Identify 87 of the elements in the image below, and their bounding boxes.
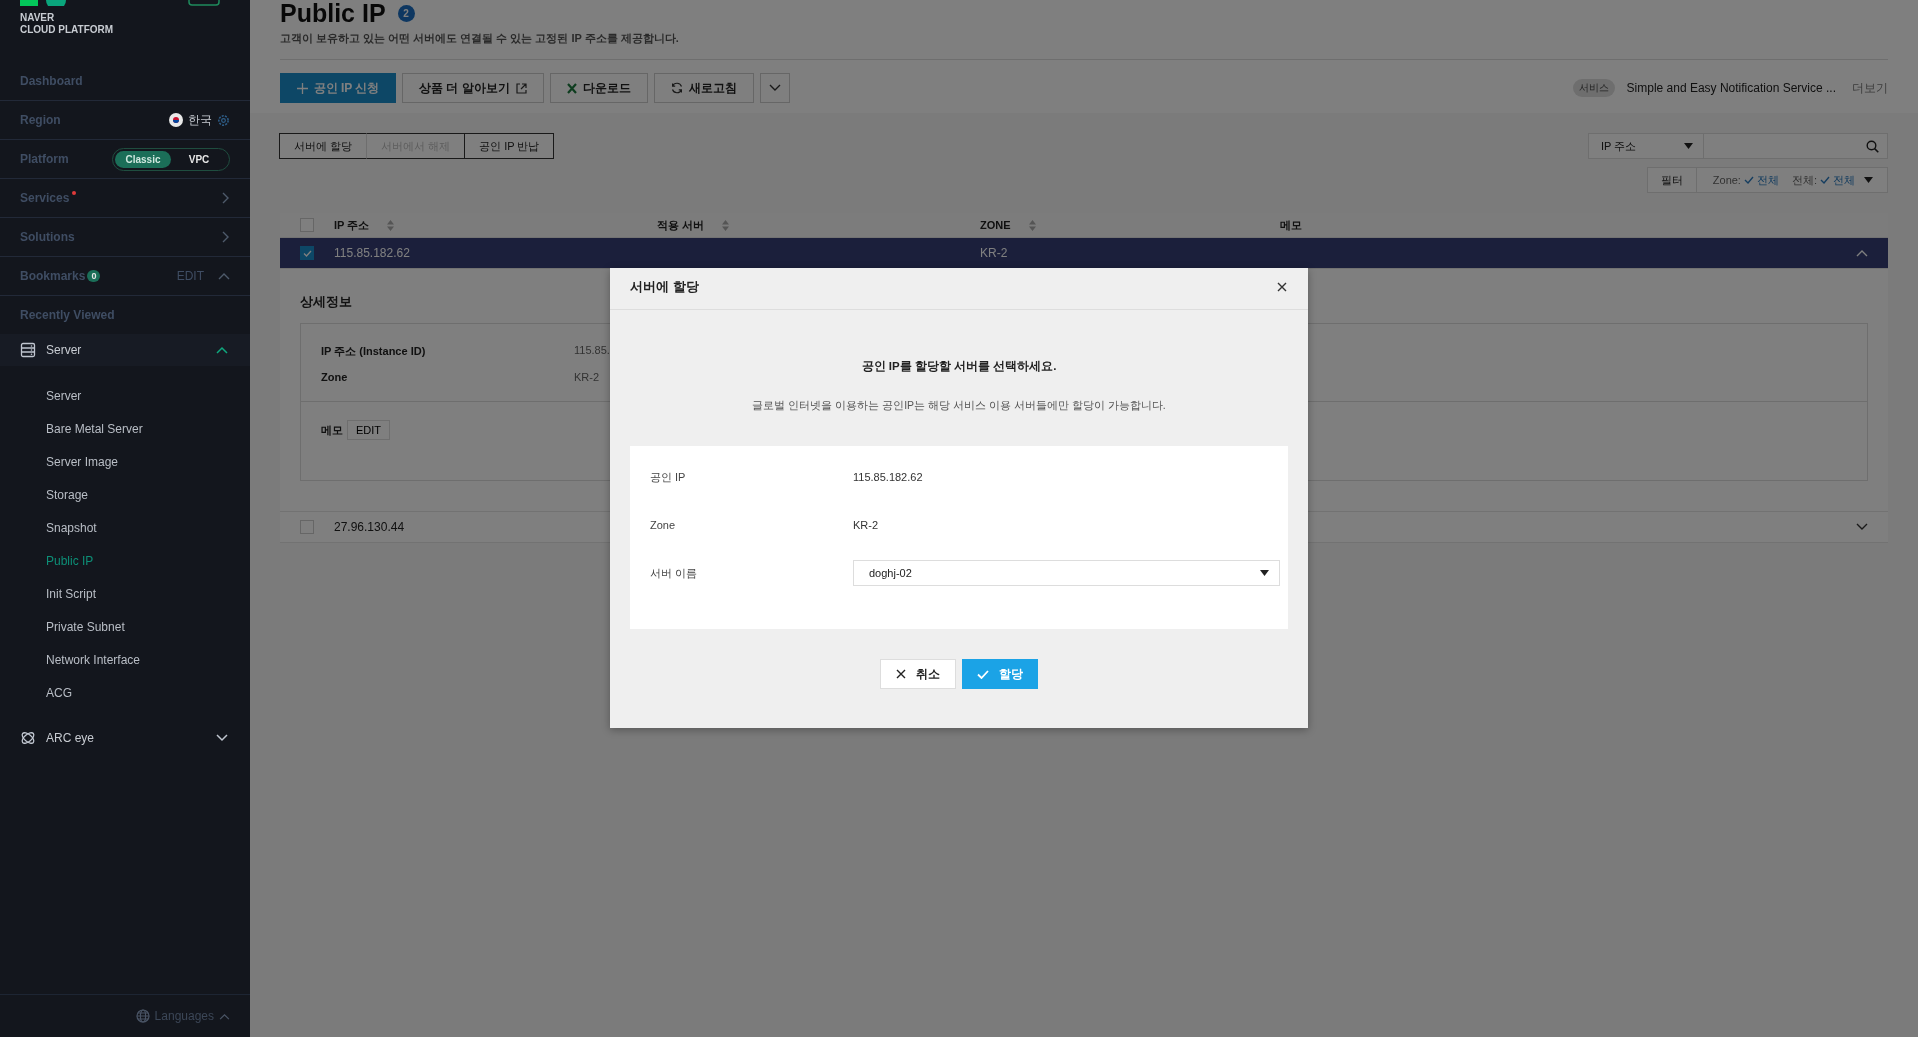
server-icon: [20, 342, 36, 358]
column-header[interactable]: 메모: [1280, 217, 1302, 233]
field-label: 공인 IP: [650, 469, 687, 485]
chevron-up-icon: [219, 1012, 230, 1020]
close-icon: [896, 669, 906, 679]
select-all-checkbox[interactable]: [300, 218, 314, 232]
sort-icon[interactable]: [387, 219, 395, 231]
logo-icon: [20, 0, 66, 6]
globe-icon: [135, 1009, 150, 1023]
sort-icon[interactable]: [722, 219, 730, 231]
action-tab[interactable]: 공인 IP 반납: [464, 133, 555, 159]
sort-icon[interactable]: [1028, 219, 1036, 231]
chevron-up-icon: [216, 346, 228, 354]
detail-value: 115.85.: [574, 344, 610, 358]
check-icon: [977, 669, 989, 679]
action-tab[interactable]: 서버에 할당: [279, 133, 368, 159]
field-label: 서버 이름: [650, 565, 699, 581]
check-icon: [1820, 176, 1830, 184]
settings-icon[interactable]: [217, 113, 230, 127]
submenu-item[interactable]: ACG: [46, 677, 72, 710]
chevron-down-icon: [216, 734, 228, 742]
table-cell: KR-2: [980, 246, 1008, 260]
field-label: Zone: [650, 519, 677, 531]
detail-label: IP 주소 (Instance ID): [321, 344, 427, 359]
learn-more-button[interactable]: 상품 더 알아보기: [402, 73, 544, 103]
more-button[interactable]: [759, 73, 790, 103]
filter-dropdown[interactable]: Zone: 전체 전체: 전체: [1696, 172, 1887, 188]
collapse-icon[interactable]: [1856, 249, 1868, 257]
submenu-item[interactable]: Public IP: [46, 545, 94, 578]
submenu-item[interactable]: Storage: [46, 479, 89, 512]
submenu-item[interactable]: Network Interface: [46, 644, 141, 677]
refresh-icon: [670, 82, 683, 94]
edit-button[interactable]: EDIT: [347, 420, 391, 440]
external-link-icon: [515, 82, 527, 94]
menu-group-header[interactable]: ARC eye: [0, 722, 250, 754]
apply-button[interactable]: 공인 IP 신청: [280, 73, 396, 103]
cancel-button[interactable]: 취소: [880, 659, 956, 689]
column-header[interactable]: 적용 서버: [657, 217, 705, 233]
column-header[interactable]: ZONE: [980, 219, 1011, 231]
field-value: 115.85.182.62: [853, 471, 923, 483]
chevron-up-icon[interactable]: [218, 272, 230, 280]
count-badge: 0: [87, 270, 101, 282]
page-title: Public IP: [280, 0, 386, 28]
more-link[interactable]: 더보기: [1852, 79, 1888, 97]
chevron-down-icon: [768, 84, 781, 92]
modal-title: 서버에 할당: [630, 277, 699, 296]
excel-icon: [566, 82, 577, 94]
plus-icon: [296, 82, 308, 94]
region-value[interactable]: 한국: [188, 111, 212, 129]
submenu-item[interactable]: Init Script: [46, 578, 96, 611]
detail-value: KR-2: [574, 371, 600, 383]
submenu-item[interactable]: Server Image: [46, 446, 119, 479]
atom-icon: [20, 730, 36, 746]
server-name-select[interactable]: doghj-02: [853, 560, 1280, 586]
flag-icon: [169, 113, 183, 127]
submenu-item[interactable]: Snapshot: [46, 512, 97, 545]
field-value: KR-2: [853, 519, 879, 531]
refresh-button[interactable]: 새로고침: [653, 73, 754, 103]
detail-title: 상세정보: [300, 293, 352, 311]
submenu-item[interactable]: Private Subnet: [46, 611, 125, 644]
close-icon[interactable]: [1277, 281, 1287, 292]
expand-icon[interactable]: [1856, 523, 1868, 531]
download-button[interactable]: 다운로드: [549, 73, 648, 103]
check-icon: [1743, 176, 1754, 184]
menu-group-header[interactable]: Server: [0, 334, 250, 366]
brand-name: CLOUD PLATFORM: [20, 24, 115, 36]
memo-label: 메모: [321, 422, 343, 438]
service-tag: 서비스: [1572, 79, 1615, 97]
chevron-right-icon[interactable]: [222, 231, 230, 243]
assign-button[interactable]: 할당: [962, 659, 1038, 689]
modal-heading: 공인 IP를 할당할 서버를 선택하세요.: [861, 359, 1057, 374]
page-description: 고객이 보유하고 있는 어떤 서버에도 연결될 수 있는 고정된 IP 주소를 제공합니다.: [280, 31, 680, 46]
dropdown-arrow-icon: [1864, 177, 1873, 183]
table-cell-text: 115.85.182.62: [334, 246, 411, 260]
brand-name: NAVER: [20, 12, 56, 24]
detail-label: Zone: [321, 371, 349, 383]
modal-note: 글로벌 인터넷을 이용하는 공인IP는 해당 서비스 이용 서버들에만 할당이 가능합니다.: [752, 399, 1166, 413]
column-header[interactable]: IP 주소: [334, 217, 370, 233]
submenu-item[interactable]: Bare Metal Server: [46, 413, 143, 446]
filter-label: 필터: [1647, 168, 1697, 192]
row-checkbox[interactable]: [300, 246, 314, 260]
row-checkbox[interactable]: [300, 520, 314, 534]
count-badge: 2: [397, 4, 415, 22]
chevron-right-icon[interactable]: [222, 192, 230, 204]
notice-link[interactable]: Simple and Easy Notification Service ...: [1626, 81, 1836, 95]
dropdown-arrow-icon: [1260, 570, 1269, 576]
submenu-item[interactable]: Server: [46, 380, 82, 413]
